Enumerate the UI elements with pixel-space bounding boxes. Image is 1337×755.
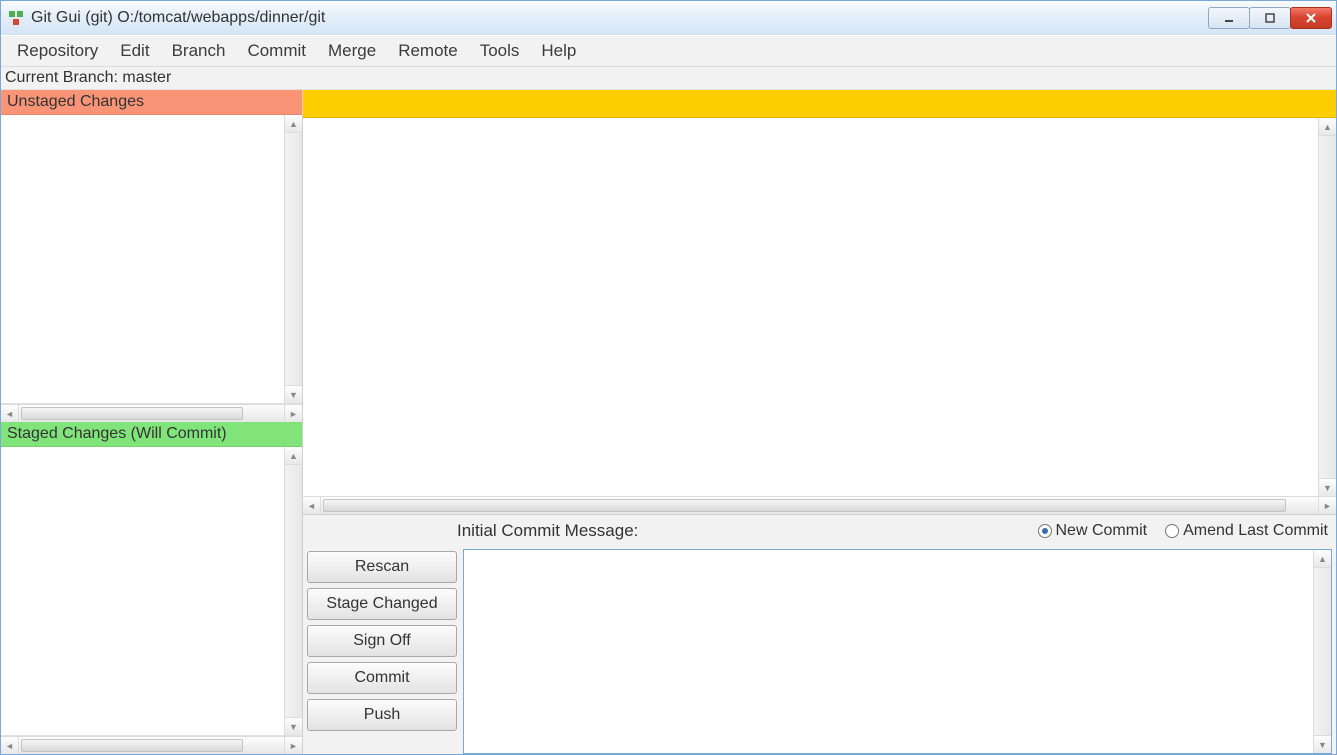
menu-tools[interactable]: Tools: [470, 38, 530, 64]
scroll-left-icon[interactable]: ◄: [1, 737, 19, 754]
window-title: Git Gui (git) O:/tomcat/webapps/dinner/g…: [31, 9, 1209, 27]
left-column: Unstaged Changes ▲ ▼ ◄ ► Staged Changes …: [1, 90, 303, 754]
maximize-button[interactable]: [1249, 7, 1291, 29]
scroll-up-icon[interactable]: ▲: [285, 447, 302, 465]
git-gui-app-icon: [7, 9, 25, 27]
commit-message-container: ▲ ▼: [463, 549, 1332, 754]
stage-changed-button[interactable]: Stage Changed: [307, 588, 457, 620]
scroll-down-icon[interactable]: ▼: [285, 385, 302, 403]
scroll-left-icon[interactable]: ◄: [1, 405, 19, 422]
staged-changes-header: Staged Changes (Will Commit): [1, 422, 302, 447]
scroll-left-icon[interactable]: ◄: [303, 497, 321, 514]
scroll-up-icon[interactable]: ▲: [1319, 118, 1336, 136]
diff-header-bar: [303, 90, 1336, 118]
window-controls: [1209, 7, 1332, 29]
scroll-right-icon[interactable]: ►: [1318, 497, 1336, 514]
unstaged-changes-list[interactable]: ▲ ▼: [1, 115, 302, 404]
scroll-down-icon[interactable]: ▼: [285, 717, 302, 735]
unstaged-vertical-scrollbar[interactable]: ▲ ▼: [284, 115, 302, 403]
menubar: Repository Edit Branch Commit Merge Remo…: [1, 35, 1336, 67]
scroll-down-icon[interactable]: ▼: [1319, 478, 1336, 496]
commit-msg-vertical-scrollbar[interactable]: ▲ ▼: [1313, 550, 1331, 753]
commit-button-column: Rescan Stage Changed Sign Off Commit Pus…: [307, 549, 457, 754]
diff-horizontal-scrollbar[interactable]: ◄ ►: [303, 496, 1336, 514]
radio-amend-label: Amend Last Commit: [1183, 522, 1328, 540]
commit-message-textarea[interactable]: [464, 550, 1313, 753]
content-area: Unstaged Changes ▲ ▼ ◄ ► Staged Changes …: [1, 90, 1336, 754]
scroll-right-icon[interactable]: ►: [284, 737, 302, 754]
window-root: Git Gui (git) O:/tomcat/webapps/dinner/g…: [0, 0, 1337, 755]
unstaged-changes-header: Unstaged Changes: [1, 90, 302, 115]
radio-dot-icon: [1038, 524, 1052, 538]
minimize-button[interactable]: [1208, 7, 1250, 29]
radio-new-commit[interactable]: New Commit: [1038, 522, 1148, 540]
staged-vertical-scrollbar[interactable]: ▲ ▼: [284, 447, 302, 735]
commit-panel: Initial Commit Message: New Commit Amend…: [303, 514, 1336, 754]
staged-changes-list[interactable]: ▲ ▼: [1, 447, 302, 736]
menu-help[interactable]: Help: [531, 38, 586, 64]
unstaged-horizontal-scrollbar[interactable]: ◄ ►: [1, 404, 302, 422]
scroll-right-icon[interactable]: ►: [284, 405, 302, 422]
commit-button[interactable]: Commit: [307, 662, 457, 694]
rescan-button[interactable]: Rescan: [307, 551, 457, 583]
diff-view[interactable]: ▲ ▼: [303, 118, 1336, 496]
sign-off-button[interactable]: Sign Off: [307, 625, 457, 657]
push-button[interactable]: Push: [307, 699, 457, 731]
commit-type-radio-group: New Commit Amend Last Commit: [1038, 522, 1329, 540]
right-column: ▲ ▼ ◄ ► Initial Commit Message:: [303, 90, 1336, 754]
scroll-up-icon[interactable]: ▲: [1314, 550, 1331, 568]
diff-vertical-scrollbar[interactable]: ▲ ▼: [1318, 118, 1336, 496]
scroll-up-icon[interactable]: ▲: [285, 115, 302, 133]
menu-merge[interactable]: Merge: [318, 38, 386, 64]
close-button[interactable]: [1290, 7, 1332, 29]
commit-message-prompt: Initial Commit Message:: [457, 521, 1024, 541]
menu-branch[interactable]: Branch: [162, 38, 236, 64]
menu-remote[interactable]: Remote: [388, 38, 468, 64]
staged-horizontal-scrollbar[interactable]: ◄ ►: [1, 736, 302, 754]
titlebar: Git Gui (git) O:/tomcat/webapps/dinner/g…: [1, 1, 1336, 35]
menu-commit[interactable]: Commit: [237, 38, 316, 64]
radio-new-commit-label: New Commit: [1056, 522, 1148, 540]
menu-repository[interactable]: Repository: [7, 38, 108, 64]
radio-dot-icon: [1165, 524, 1179, 538]
scroll-down-icon[interactable]: ▼: [1314, 735, 1331, 753]
radio-amend-last-commit[interactable]: Amend Last Commit: [1165, 522, 1328, 540]
current-branch-label: Current Branch: master: [1, 67, 1336, 90]
menu-edit[interactable]: Edit: [110, 38, 159, 64]
